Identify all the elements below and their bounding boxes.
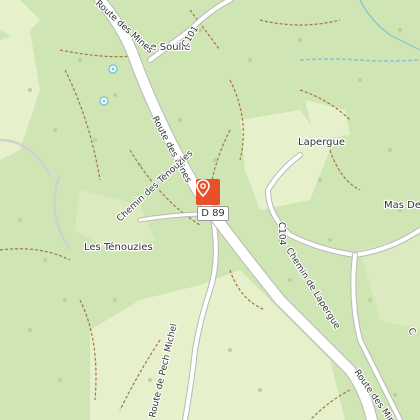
- road-label-c104: C104: [276, 222, 287, 246]
- spring-icon: [108, 64, 118, 74]
- map-view[interactable]: Le Soulié Lapergue Les Ténouzies Mas De …: [0, 0, 420, 420]
- stream: [299, 58, 420, 62]
- meadow-area: [360, 235, 420, 330]
- meadow-area: [90, 270, 345, 420]
- map-pin-icon: [196, 179, 220, 205]
- spring-icon: [99, 96, 109, 106]
- route-shield-d89: D 89: [197, 206, 229, 221]
- place-label-mas: Mas De: [384, 200, 420, 211]
- track: [53, 174, 72, 251]
- place-label-les-tenouzies: Les Ténouzies: [84, 241, 153, 253]
- place-label-lapergue: Lapergue: [298, 137, 345, 148]
- meadow-area: [0, 0, 40, 40]
- road-label-partial: C: [405, 327, 417, 337]
- stream: [359, 0, 420, 51]
